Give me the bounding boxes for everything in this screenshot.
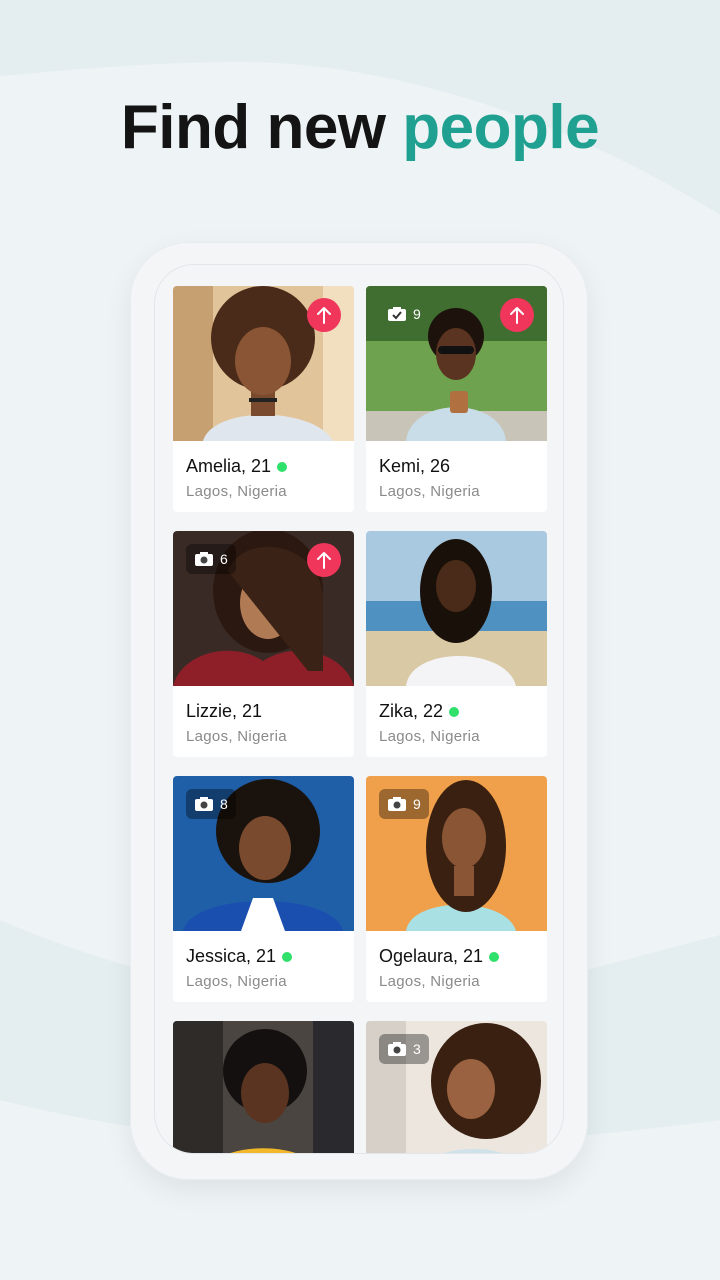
page-headline: Find new people bbox=[0, 92, 720, 163]
profile-card[interactable]: Amelia, 21 Lagos, Nigeria bbox=[173, 286, 354, 512]
online-indicator bbox=[277, 461, 288, 472]
profile-photo[interactable] bbox=[173, 1021, 354, 1153]
profile-location: Lagos, Nigeria bbox=[186, 973, 287, 990]
profile-name: Amelia, 21 bbox=[186, 456, 272, 476]
verified-photo-icon bbox=[388, 307, 406, 321]
headline-plain: Find new bbox=[120, 93, 386, 162]
phone-screen: Amelia, 21 Lagos, Nigeria 9 Kemi, 26 Lag… bbox=[154, 264, 564, 1154]
photo-count-badge: 8 bbox=[186, 789, 236, 819]
profile-location: Lagos, Nigeria bbox=[186, 483, 287, 500]
arrow-up-icon bbox=[317, 307, 331, 324]
headline-accent: people bbox=[402, 93, 600, 162]
photo-count: 6 bbox=[220, 551, 228, 567]
photo-count-badge: 9 bbox=[379, 789, 429, 819]
camera-icon bbox=[388, 1042, 406, 1056]
profile-location: Lagos, Nigeria bbox=[379, 728, 480, 745]
photo-count-badge: 6 bbox=[186, 544, 236, 574]
profile-photo[interactable] bbox=[173, 286, 354, 441]
profile-photo[interactable]: 9 bbox=[366, 776, 547, 931]
profile-card[interactable]: 9 Ogelaura, 21 Lagos, Nigeria bbox=[366, 776, 547, 1002]
profile-photo[interactable]: 8 bbox=[173, 776, 354, 931]
camera-icon bbox=[195, 797, 213, 811]
photo-count: 9 bbox=[413, 796, 421, 812]
profile-name: Zika, 22 bbox=[379, 701, 444, 721]
profile-card[interactable]: 8 Jessica, 21 Lagos, Nigeria bbox=[173, 776, 354, 1002]
boost-badge bbox=[500, 298, 534, 332]
camera-icon bbox=[195, 552, 213, 566]
online-indicator bbox=[449, 706, 460, 717]
photo-count: 9 bbox=[413, 306, 421, 322]
photo-count-badge: 9 bbox=[379, 299, 429, 329]
phone-frame: Amelia, 21 Lagos, Nigeria 9 Kemi, 26 Lag… bbox=[130, 242, 588, 1180]
profile-name: Jessica, 21 bbox=[186, 946, 277, 966]
profile-grid: Amelia, 21 Lagos, Nigeria 9 Kemi, 26 Lag… bbox=[173, 286, 548, 1153]
arrow-up-icon bbox=[317, 552, 331, 569]
online-indicator bbox=[489, 951, 500, 962]
profile-location: Lagos, Nigeria bbox=[379, 483, 480, 500]
profile-name: Ogelaura, 21 bbox=[379, 946, 484, 966]
online-indicator bbox=[282, 951, 293, 962]
profile-card[interactable]: 6 Lizzie, 21 Lagos, Nigeria bbox=[173, 531, 354, 757]
profile-card[interactable]: Zika, 22 Lagos, Nigeria bbox=[366, 531, 547, 757]
profile-card[interactable]: 3 bbox=[366, 1021, 547, 1153]
profile-card[interactable] bbox=[173, 1021, 354, 1153]
camera-icon bbox=[388, 797, 406, 811]
photo-count: 3 bbox=[413, 1041, 421, 1057]
arrow-up-icon bbox=[510, 307, 524, 324]
profile-photo[interactable]: 6 bbox=[173, 531, 354, 686]
profile-name: Lizzie, 21 bbox=[186, 701, 263, 721]
profile-location: Lagos, Nigeria bbox=[379, 973, 480, 990]
profile-photo[interactable]: 9 bbox=[366, 286, 547, 441]
boost-badge bbox=[307, 298, 341, 332]
profile-photo[interactable] bbox=[366, 531, 547, 686]
profile-photo[interactable]: 3 bbox=[366, 1021, 547, 1153]
profile-card[interactable]: 9 Kemi, 26 Lagos, Nigeria bbox=[366, 286, 547, 512]
boost-badge bbox=[307, 543, 341, 577]
profile-name: Kemi, 26 bbox=[379, 456, 451, 476]
profile-location: Lagos, Nigeria bbox=[186, 728, 287, 745]
photo-count-badge: 3 bbox=[379, 1034, 429, 1064]
photo-count: 8 bbox=[220, 796, 228, 812]
